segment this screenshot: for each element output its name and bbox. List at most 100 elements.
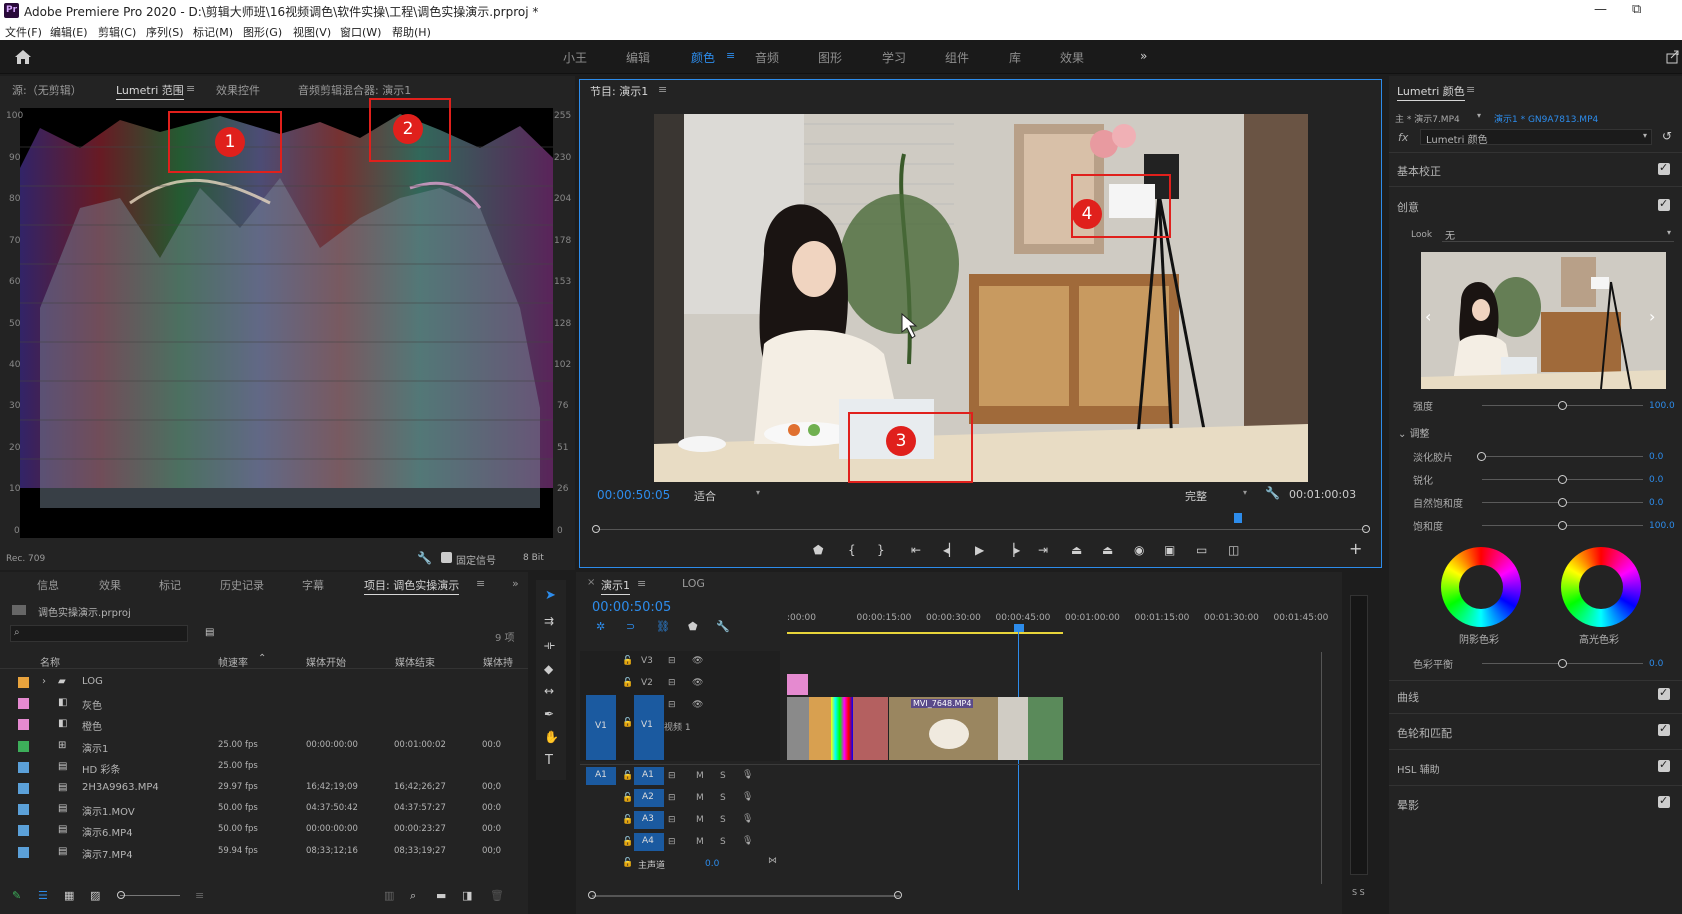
video-clip[interactable]	[853, 697, 888, 760]
new-bin-icon[interactable]: ▬	[436, 889, 446, 902]
faded-film-slider[interactable]	[1477, 452, 1643, 461]
tab-audio-clip-mixer[interactable]: 音频剪辑混合器: 演示1	[298, 82, 411, 98]
lock-icon[interactable]: 🔓	[622, 793, 633, 803]
a4-track-target[interactable]: A4	[634, 833, 664, 851]
video-clip[interactable]	[787, 697, 809, 760]
wrench-icon[interactable]: 🔧	[417, 551, 432, 565]
basic-correction-checkbox[interactable]	[1658, 161, 1670, 175]
clear-icon[interactable]: 🗑	[490, 889, 504, 902]
master-clip-label[interactable]: 主 * 演示7.MP4	[1395, 112, 1460, 125]
section-curves[interactable]: 曲线	[1397, 689, 1419, 705]
color-wheels-checkbox[interactable]	[1658, 722, 1670, 736]
hsl-secondary-checkbox[interactable]	[1658, 758, 1670, 772]
timeline-settings-icon[interactable]: 🔧	[716, 620, 730, 633]
project-item-row[interactable]: ◧ 灰色	[10, 693, 510, 714]
step-back-icon[interactable]: ◂▏	[943, 543, 958, 557]
saturation-value[interactable]: 100.0	[1649, 521, 1675, 531]
eye-icon[interactable]: 👁	[692, 700, 703, 710]
column-media-end[interactable]: 媒体结束	[395, 654, 435, 669]
add-marker-icon[interactable]: ⬟	[688, 620, 698, 633]
vibrance-slider-knob[interactable]	[1557, 498, 1567, 507]
workspace-tab-edit[interactable]: 编辑	[626, 49, 650, 66]
intensity-slider[interactable]	[1482, 401, 1643, 410]
close-tab-icon[interactable]: ×	[587, 577, 595, 588]
mic-icon[interactable]: 🎙	[742, 814, 753, 824]
sync-lock-icon[interactable]: ⊟	[668, 678, 676, 688]
export-frame-icon[interactable]: ◉	[1134, 543, 1144, 557]
tint-balance-slider-knob[interactable]	[1557, 659, 1567, 668]
workspace-menu-icon[interactable]: ≡	[726, 49, 735, 62]
project-search-input[interactable]: ⌕	[10, 625, 188, 642]
fx-icon[interactable]: fx	[1398, 131, 1408, 144]
freeform-view-icon[interactable]: ▨	[90, 889, 100, 902]
timeline-tab-log[interactable]: LOG	[682, 577, 705, 590]
lock-icon[interactable]: 🔓	[622, 718, 633, 728]
panel-overflow-icon[interactable]: »	[512, 577, 519, 590]
ripple-edit-tool-icon[interactable]: ⟛	[544, 638, 555, 653]
menu-marker[interactable]: 标记(M)	[193, 24, 233, 40]
sequence-clip-label[interactable]: 演示1 * GN9A7813.MP4	[1494, 112, 1598, 125]
a3-track-target[interactable]: A3	[634, 811, 664, 829]
tab-info[interactable]: 信息	[37, 577, 59, 593]
timeline-horizontal-scroll[interactable]	[592, 895, 900, 897]
workspace-tab-libraries[interactable]: 库	[1009, 49, 1021, 66]
tint-balance-slider[interactable]	[1482, 659, 1643, 668]
column-media-start[interactable]: 媒体开始	[306, 654, 346, 669]
find-icon[interactable]: ⌕	[410, 889, 416, 903]
add-marker-icon[interactable]: ⬟	[813, 543, 823, 557]
workspace-tab-learn[interactable]: 学习	[882, 49, 906, 66]
workspace-tab-audio[interactable]: 音频	[755, 49, 779, 66]
video-clip[interactable]	[998, 697, 1028, 760]
column-name[interactable]: 名称	[40, 654, 60, 669]
mute-button[interactable]: M	[696, 815, 704, 825]
lock-icon[interactable]: 🔓	[622, 678, 633, 688]
comparison-view-icon[interactable]: ▣	[1164, 543, 1175, 557]
menu-window[interactable]: 窗口(W)	[340, 24, 381, 40]
program-playhead-timecode[interactable]: 00:00:50:05	[597, 488, 670, 502]
label-color-swatch[interactable]	[18, 719, 29, 731]
list-view-icon[interactable]: ☰	[38, 889, 48, 902]
label-color-swatch[interactable]	[18, 740, 29, 752]
tab-markers[interactable]: 标记	[159, 577, 181, 593]
project-item-row[interactable]: › ▰ LOG	[10, 672, 510, 693]
mic-icon[interactable]: 🎙	[742, 770, 753, 780]
reset-effect-icon[interactable]: ↺	[1662, 129, 1672, 143]
shadow-tint-wheel[interactable]	[1441, 547, 1521, 627]
track-select-tool-icon[interactable]: ⇉	[544, 614, 554, 628]
lock-icon[interactable]: 🔓	[622, 837, 633, 847]
curves-checkbox[interactable]	[1658, 686, 1670, 700]
expand-chevron-icon[interactable]: ›	[42, 676, 46, 687]
home-icon[interactable]	[14, 49, 32, 65]
slip-tool-icon[interactable]: ↔	[544, 684, 554, 698]
lumetri-menu-icon[interactable]: ≡	[1466, 83, 1475, 96]
sort-icons-icon[interactable]: ≡	[195, 889, 204, 902]
saturation-slider-knob[interactable]	[1557, 521, 1567, 530]
menu-file[interactable]: 文件(F)	[5, 24, 42, 40]
project-item-row[interactable]: ▤ 演示6.MP4 50.00 fps 00:00:00:00 00:00:23:27 0…	[10, 820, 510, 841]
selection-tool-icon[interactable]: ➤	[545, 588, 556, 603]
sort-ascending-icon[interactable]: ⌃	[258, 653, 266, 664]
creative-checkbox[interactable]	[1658, 197, 1670, 211]
label-color-swatch[interactable]	[18, 825, 29, 837]
mic-icon[interactable]: 🎙	[742, 792, 753, 802]
sync-lock-icon[interactable]: ⊟	[668, 815, 676, 825]
saturation-slider[interactable]	[1482, 521, 1643, 530]
timeline-playhead-handle[interactable]	[1014, 624, 1024, 632]
new-bin-from-search-icon[interactable]: ▤	[205, 627, 214, 638]
extract-icon[interactable]: ⏏	[1102, 543, 1113, 557]
writable-pencil-icon[interactable]: ✎	[12, 889, 21, 902]
a2-track-target[interactable]: A2	[634, 789, 664, 807]
adjustments-toggle[interactable]: ⌄ 调整	[1398, 425, 1430, 440]
program-menu-icon[interactable]: ≡	[658, 83, 667, 96]
section-basic-correction[interactable]: 基本校正	[1397, 163, 1441, 179]
go-to-out-icon[interactable]: ⇥	[1038, 543, 1048, 557]
highlight-tint-wheel[interactable]	[1561, 547, 1641, 627]
vr-video-icon[interactable]: ◫	[1228, 543, 1239, 557]
menu-clip[interactable]: 剪辑(C)	[98, 24, 136, 40]
zoom-slider[interactable]	[120, 895, 180, 896]
mute-button[interactable]: M	[696, 771, 704, 781]
lock-icon[interactable]: 🔓	[622, 815, 633, 825]
tab-effects[interactable]: 效果	[99, 577, 121, 593]
sync-lock-icon[interactable]: ⊟	[668, 656, 676, 666]
sharpen-slider[interactable]	[1482, 475, 1643, 484]
